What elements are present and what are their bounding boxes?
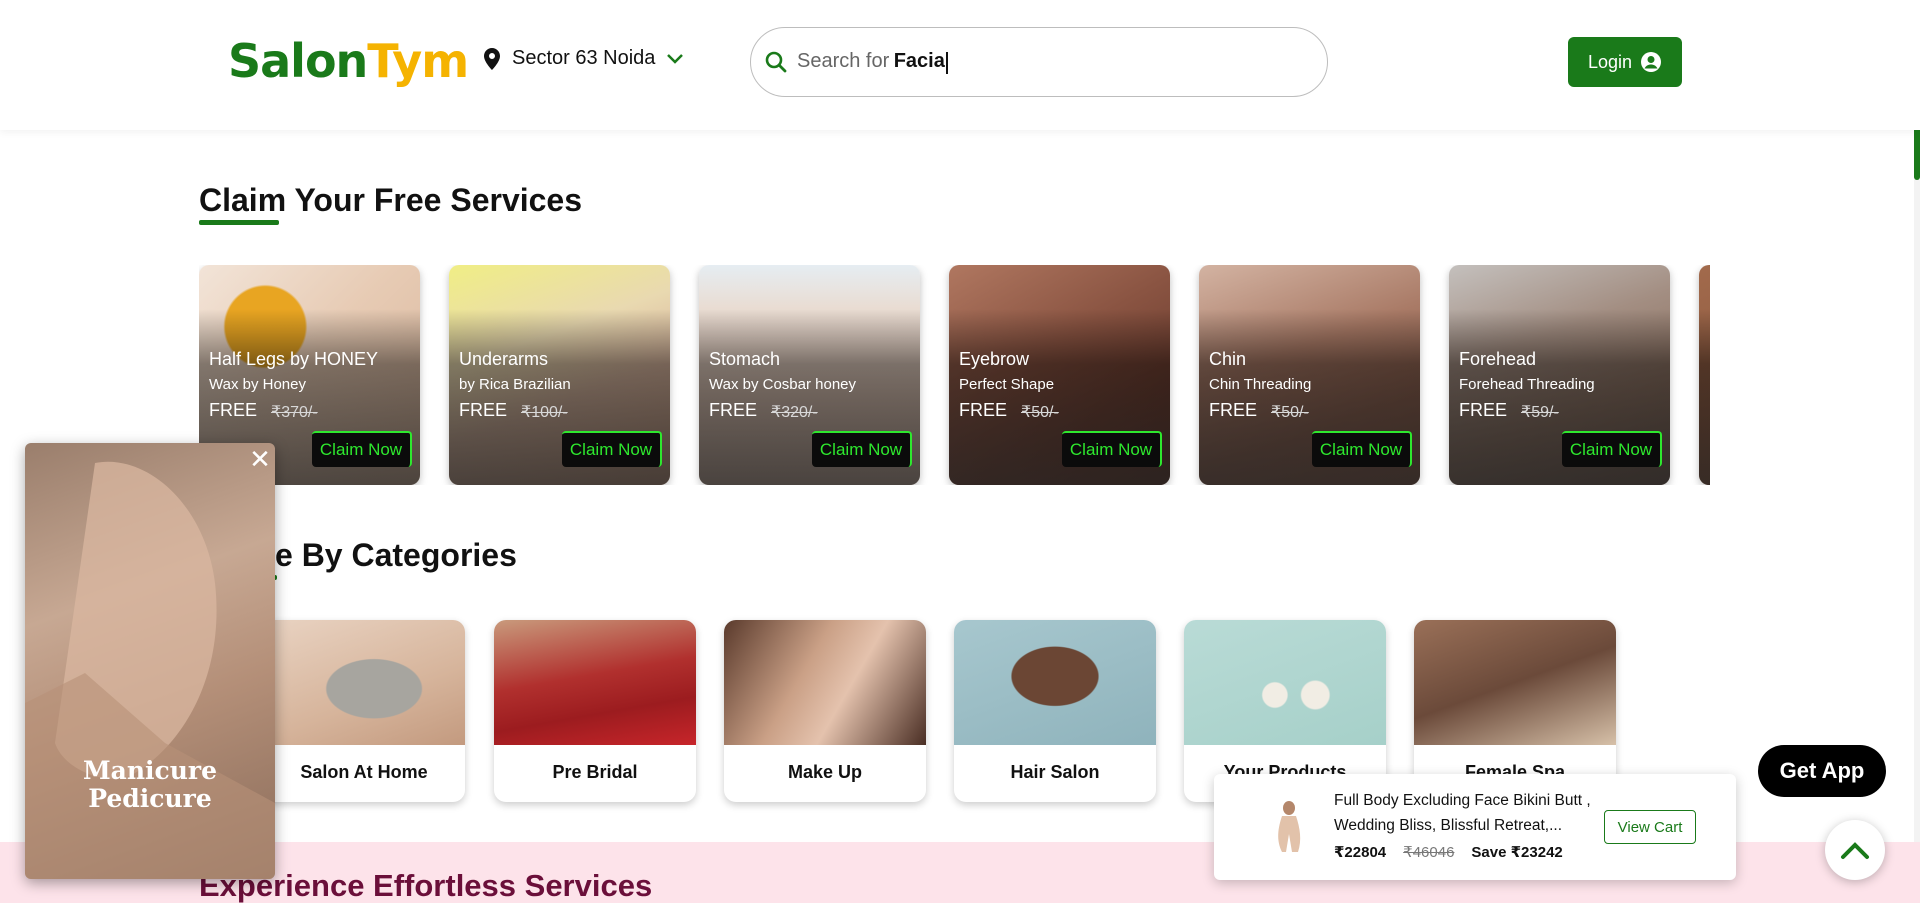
login-label: Login xyxy=(1587,51,1633,72)
manicure-pedicure-popup[interactable]: Manicure Pedicure ✕ xyxy=(25,443,275,879)
user-icon xyxy=(1641,52,1662,72)
scroll-to-top-button[interactable] xyxy=(1825,820,1885,880)
claim-now-button[interactable]: Claim Now xyxy=(1312,431,1412,467)
close-icon[interactable]: ✕ xyxy=(246,445,274,473)
cart-prices: ₹22804 ₹46046 Save ₹23242 xyxy=(1334,843,1563,861)
free-service-subtitle: Wax by Honey xyxy=(209,376,306,393)
popup-caption: Manicure Pedicure xyxy=(25,757,275,812)
free-service-price: FREE ₹50/- xyxy=(959,400,1059,421)
chevron-up-icon xyxy=(1841,842,1869,859)
free-service-old-price: ₹100/- xyxy=(521,404,568,421)
category-photo xyxy=(1414,620,1616,745)
search-typed-value: Facia xyxy=(893,50,945,73)
category-card-make-up[interactable]: Make Up xyxy=(724,620,926,802)
free-service-subtitle: Wax by Cosbar honey xyxy=(709,376,857,393)
chevron-down-icon xyxy=(667,53,684,64)
category-card-pre-bridal[interactable]: Pre Bridal xyxy=(494,620,696,802)
location-label: Sector 63 Noida xyxy=(512,47,656,69)
logo-text-salon: Salon xyxy=(228,34,368,88)
cart-price-now: ₹22804 xyxy=(1334,844,1387,861)
popup-caption-line1: Manicure xyxy=(82,756,218,785)
location-pin-icon xyxy=(484,47,500,70)
category-card-hair-salon[interactable]: Hair Salon xyxy=(954,620,1156,802)
site-header: SalonTym Sector 63 Noida Search for Faci… xyxy=(0,0,1920,130)
free-service-subtitle: Perfect Shape xyxy=(959,376,1055,393)
popup-caption-line2: Pedicure xyxy=(88,783,212,813)
claim-now-button[interactable]: Claim Now xyxy=(812,431,912,467)
free-services-title: Claim Your Free Services xyxy=(199,182,583,218)
category-label: Pre Bridal xyxy=(552,762,638,782)
cart-savings: Save ₹23242 xyxy=(1471,844,1563,861)
free-service-title: Underarms xyxy=(459,349,549,369)
free-service-old-price: ₹370/- xyxy=(271,404,318,421)
category-photo xyxy=(954,620,1156,745)
cart-summary-bar: Full Body Excluding Face Bikini Butt , W… xyxy=(1214,774,1736,880)
free-service-old-price: ₹50/- xyxy=(1021,404,1059,421)
free-service-card[interactable]: Stomach Wax by Cosbar honey FREE ₹320/- C… xyxy=(699,265,920,485)
free-service-price: FREE ₹59/- xyxy=(1459,400,1559,421)
free-service-price: FREE ₹50/- xyxy=(1209,400,1309,421)
free-service-old-price: ₹59/- xyxy=(1521,404,1559,421)
claim-now-button[interactable]: Claim Now xyxy=(312,431,412,467)
claim-now-button[interactable]: Claim Now xyxy=(1062,431,1162,467)
cart-item-thumbnail xyxy=(1278,801,1301,852)
foot-illustration xyxy=(25,461,275,879)
category-photo xyxy=(263,620,465,745)
view-cart-button[interactable]: View Cart xyxy=(1604,810,1696,844)
category-label: Hair Salon xyxy=(1010,762,1100,782)
category-photo xyxy=(1184,620,1386,745)
claim-now-button[interactable]: Claim Now xyxy=(1562,431,1662,467)
free-service-old-price: ₹50/- xyxy=(1271,404,1309,421)
free-services-title-underline xyxy=(199,220,279,225)
free-service-price: FREE ₹370/- xyxy=(209,400,318,421)
categories-title: ore By Categories xyxy=(243,537,517,573)
category-label: Make Up xyxy=(787,762,863,782)
search-icon xyxy=(765,51,787,73)
free-service-price: FREE ₹320/- xyxy=(709,400,818,421)
login-button[interactable]: Login xyxy=(1568,37,1682,87)
text-caret xyxy=(945,51,948,74)
free-service-card-partial[interactable] xyxy=(1699,265,1710,485)
free-service-subtitle: Chin Threading xyxy=(1209,376,1312,393)
free-service-title: Chin xyxy=(1209,349,1247,369)
claim-now-button[interactable]: Claim Now xyxy=(562,431,662,467)
salontym-logo[interactable]: SalonTym xyxy=(228,34,469,88)
free-service-price: FREE ₹100/- xyxy=(459,400,568,421)
free-service-subtitle: by Rica Brazilian xyxy=(459,376,571,393)
cart-item-name: Full Body Excluding Face Bikini Butt , W… xyxy=(1334,792,1591,834)
logo-text-tym: Tym xyxy=(367,34,469,88)
free-service-old-price: ₹320/- xyxy=(771,404,818,421)
free-service-card[interactable]: Forehead Forehead Threading FREE ₹59/- Cl… xyxy=(1449,265,1670,485)
free-service-title: Eyebrow xyxy=(959,349,1030,369)
cart-price-old: ₹46046 xyxy=(1403,844,1455,861)
free-service-card[interactable]: Underarms by Rica Brazilian FREE ₹100/- C… xyxy=(449,265,670,485)
location-selector[interactable]: Sector 63 Noida xyxy=(484,47,684,70)
category-photo xyxy=(494,620,696,745)
free-service-title: Stomach xyxy=(709,349,781,369)
free-service-subtitle: Forehead Threading xyxy=(1459,376,1595,393)
category-card-salon-at-home[interactable]: Salon At Home xyxy=(263,620,465,802)
get-app-button[interactable]: Get App xyxy=(1758,745,1886,797)
free-services-carousel[interactable]: Half Legs by HONEY Wax by Honey FREE ₹370… xyxy=(199,265,1710,485)
free-service-title: Forehead xyxy=(1459,349,1537,369)
category-label: Salon At Home xyxy=(300,762,428,782)
search-placeholder: Search for xyxy=(797,50,890,73)
category-photo xyxy=(724,620,926,745)
search-input[interactable]: Search for Facia xyxy=(750,27,1328,97)
free-service-card[interactable]: Eyebrow Perfect Shape FREE ₹50/- Claim No… xyxy=(949,265,1170,485)
free-service-card[interactable]: Chin Chin Threading FREE ₹50/- Claim Now xyxy=(1199,265,1420,485)
free-service-title: Half Legs by HONEY xyxy=(209,349,379,369)
